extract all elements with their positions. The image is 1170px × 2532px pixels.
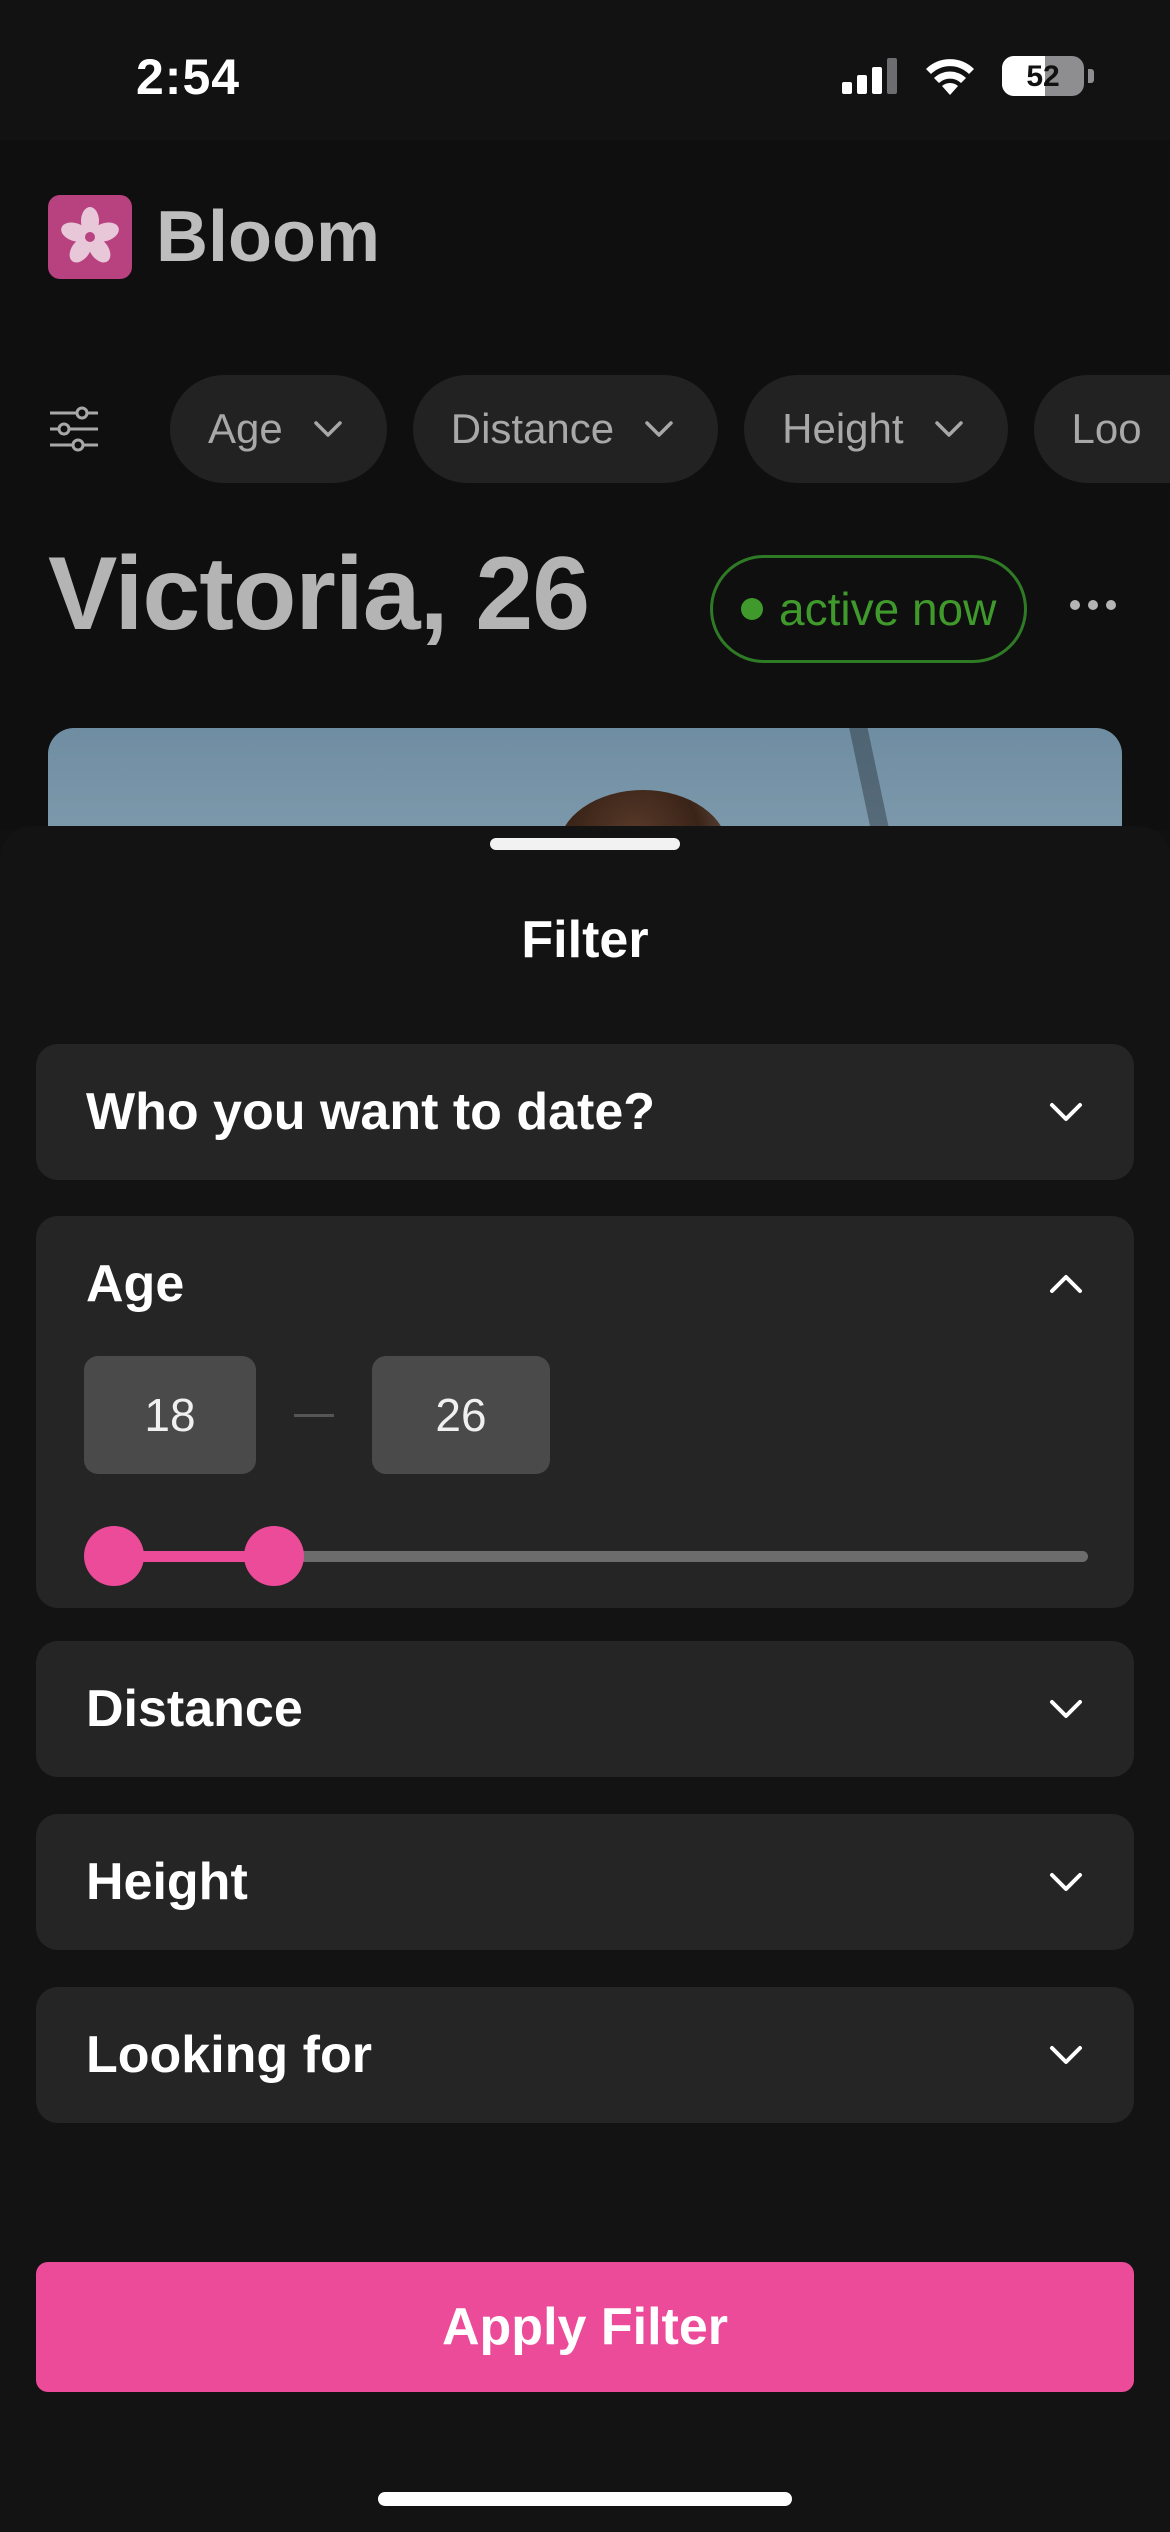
home-indicator [378, 2492, 792, 2506]
chip-label: Loo [1071, 405, 1142, 452]
section-age: Age 18 26 [36, 1216, 1134, 1608]
age-max-field[interactable]: 26 [372, 1356, 550, 1474]
chip-looking-for[interactable]: Loo [1033, 375, 1170, 483]
photo-subject [558, 790, 728, 830]
section-header[interactable]: Who you want to date? [36, 1044, 1134, 1180]
chevron-down-icon [1050, 2046, 1082, 2064]
chip-height[interactable]: Height [744, 375, 1008, 483]
battery-level: 52 [1026, 60, 1060, 93]
filter-settings-button[interactable] [48, 403, 100, 455]
cellular-signal-icon [842, 58, 897, 94]
sheet-title: Filter [521, 911, 649, 969]
status-time: 2:54 [136, 49, 241, 105]
section-header[interactable]: Distance [36, 1641, 1134, 1777]
slider-thumb-max[interactable] [244, 1526, 305, 1586]
more-dot-icon [1088, 600, 1098, 610]
chip-age[interactable]: Age [170, 375, 387, 483]
profile-name: Victoria, 26 [48, 536, 590, 652]
app-logo: Bloom [48, 195, 380, 279]
more-dot-icon [1106, 600, 1116, 610]
sliders-icon [50, 406, 98, 452]
profile-photo [48, 728, 1122, 830]
app-background: Bloom Age Distance Height Loo Victoria, … [0, 140, 1170, 830]
section-header[interactable]: Looking for [36, 1987, 1134, 2123]
active-status-badge: active now [710, 555, 1028, 663]
photo-detail [845, 728, 893, 830]
section-title: Distance [86, 1680, 303, 1738]
section-height[interactable]: Height [36, 1814, 1134, 1950]
more-dot-icon [1070, 600, 1080, 610]
chip-label: Age [208, 405, 283, 452]
filter-sheet: Filter Who you want to date? Age 18 26 D… [0, 826, 1170, 2532]
age-range-slider[interactable] [84, 1526, 1088, 1586]
section-who-to-date[interactable]: Who you want to date? [36, 1044, 1134, 1180]
section-header[interactable]: Height [36, 1814, 1134, 1950]
chevron-down-icon [645, 421, 673, 437]
section-title: Looking for [86, 2026, 372, 2084]
chip-label: Distance [450, 405, 615, 452]
status-icons: 52 [842, 56, 1094, 96]
chevron-down-icon [1050, 1873, 1082, 1891]
chevron-down-icon [934, 421, 963, 437]
apply-filter-button[interactable]: Apply Filter [36, 2262, 1134, 2392]
battery-icon: 52 [1002, 56, 1084, 96]
section-header[interactable]: Age [36, 1216, 1134, 1352]
slider-thumb-min[interactable] [84, 1526, 144, 1586]
chevron-down-icon [313, 421, 342, 437]
chevron-down-icon [1050, 1103, 1082, 1121]
status-bar: 2:54 52 [0, 0, 1170, 140]
age-min-field[interactable]: 18 [84, 1356, 256, 1474]
wifi-icon [926, 59, 974, 95]
chip-label: Height [782, 405, 904, 452]
section-title: Who you want to date? [86, 1083, 656, 1141]
range-separator [294, 1413, 334, 1417]
filter-chip-row: Age Distance Height Loo [48, 375, 1170, 483]
section-title: Age [86, 1255, 185, 1313]
more-options-button[interactable] [1070, 600, 1116, 610]
chevron-up-icon [1050, 1275, 1082, 1293]
chip-distance[interactable]: Distance [412, 375, 719, 483]
age-range-inputs: 18 26 [84, 1356, 550, 1474]
section-looking-for[interactable]: Looking for [36, 1987, 1134, 2123]
active-status-label: active now [779, 583, 997, 635]
section-title: Height [86, 1853, 248, 1911]
status-dot-icon [741, 598, 763, 620]
app-name: Bloom [156, 197, 380, 277]
flower-icon [48, 195, 132, 279]
chevron-down-icon [1050, 1700, 1082, 1718]
sheet-grabber[interactable] [490, 838, 680, 850]
section-distance[interactable]: Distance [36, 1641, 1134, 1777]
battery-cap [1088, 69, 1094, 83]
